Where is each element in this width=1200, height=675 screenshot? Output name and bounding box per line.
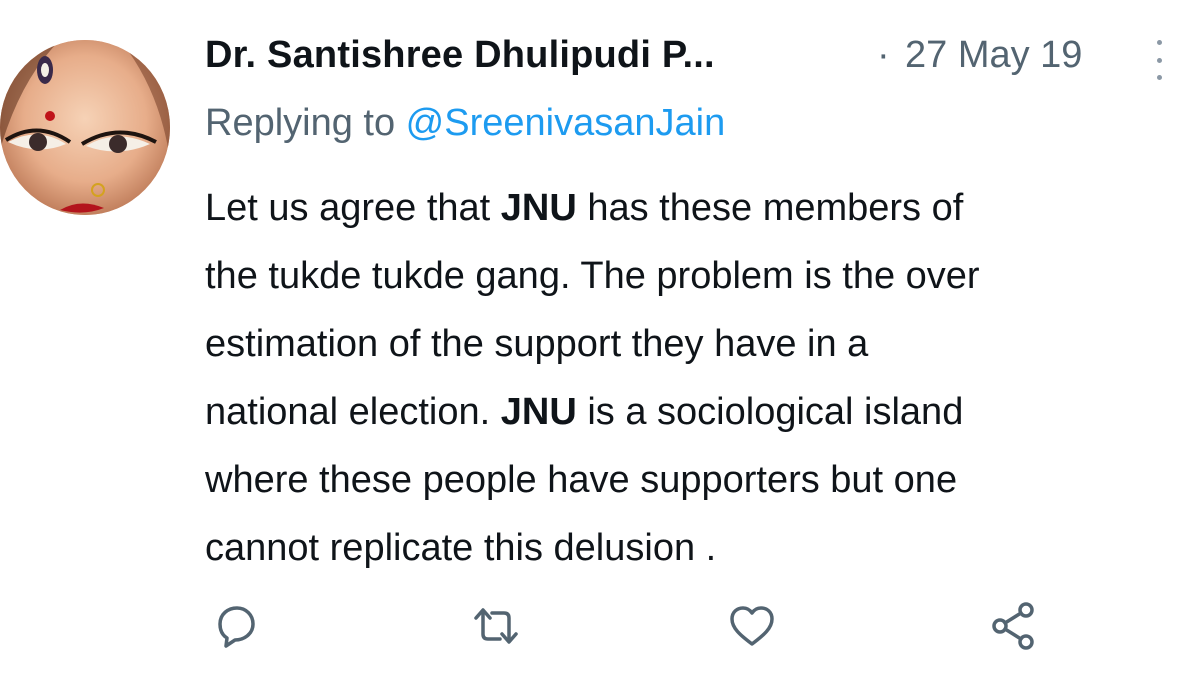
tweet-text-line: cannot replicate this delusion .	[205, 514, 1200, 582]
reply-button[interactable]	[208, 598, 264, 654]
tweet-text-line: national election. JNU is a sociological…	[205, 378, 1200, 446]
like-icon	[730, 606, 774, 646]
like-button[interactable]	[724, 598, 780, 654]
author-name[interactable]: Dr. Santishree Dhulipudi P...	[205, 34, 715, 77]
share-button[interactable]	[986, 598, 1042, 654]
tweet-text-line: Let us agree that JNU has these members …	[205, 174, 1200, 242]
retweet-button[interactable]	[468, 598, 524, 654]
replying-prefix: Replying to	[205, 102, 406, 144]
replying-to: Replying to @SreenivasanJain	[205, 102, 725, 145]
share-icon	[992, 602, 1034, 650]
tweet-actions	[0, 598, 1200, 654]
replying-handle-link[interactable]: @SreenivasanJain	[406, 102, 726, 144]
bold-text: JNU	[500, 391, 577, 433]
more-options-icon[interactable]	[1153, 40, 1165, 80]
tweet-text-line: where these people have supporters but o…	[205, 446, 1200, 514]
bold-text: JNU	[500, 187, 577, 229]
reply-icon	[218, 606, 255, 648]
text-segment: has these members of	[576, 187, 964, 229]
text-segment: where these people have supporters but o…	[205, 459, 958, 501]
text-segment: Let us agree that	[205, 187, 501, 229]
text-segment: is a sociological island	[576, 391, 964, 433]
tweet-text: Let us agree that JNU has these members …	[205, 174, 1200, 582]
tweet-header: Dr. Santishree Dhulipudi P... · 27 May 1…	[205, 34, 1170, 84]
text-segment: the tukde tukde gang. The problem is the…	[205, 255, 980, 297]
tweet-date[interactable]: 27 May 19	[905, 34, 1082, 77]
avatar-image	[0, 40, 170, 215]
text-segment: cannot replicate this delusion .	[205, 527, 717, 569]
separator-dot: ·	[877, 34, 890, 76]
tweet-text-line: the tukde tukde gang. The problem is the…	[205, 242, 1200, 310]
text-segment: national election.	[205, 391, 501, 433]
retweet-icon	[474, 608, 518, 644]
text-segment: estimation of the support they have in a	[205, 323, 869, 365]
tweet-text-line: estimation of the support they have in a	[205, 310, 1200, 378]
avatar[interactable]	[0, 40, 170, 215]
